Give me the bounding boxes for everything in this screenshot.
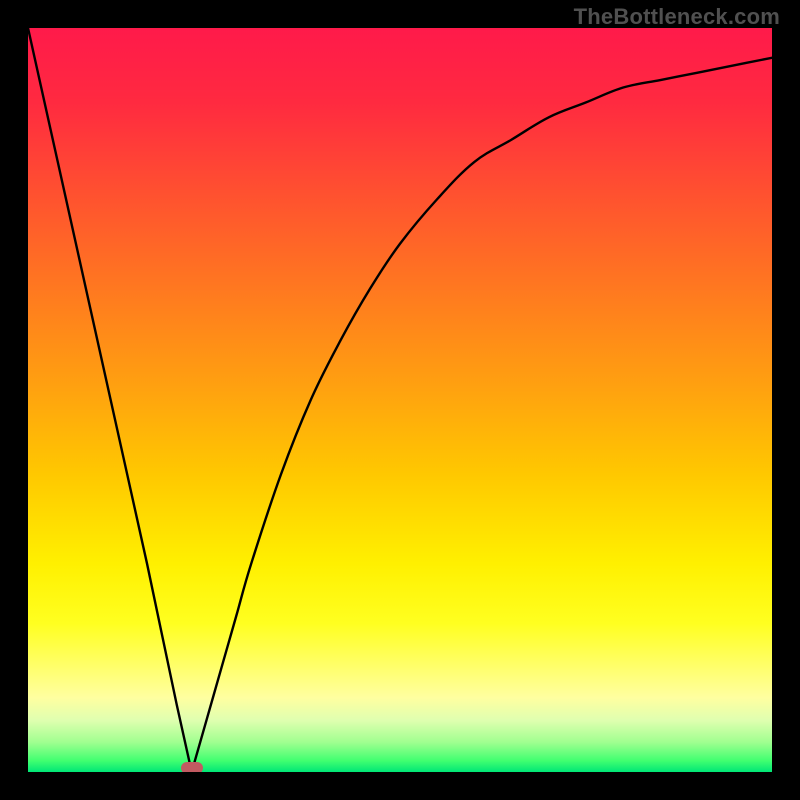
- chart-frame: TheBottleneck.com: [0, 0, 800, 800]
- bottleneck-curve: [28, 28, 772, 772]
- min-marker: [181, 762, 203, 772]
- plot-area: [28, 28, 772, 772]
- watermark-text: TheBottleneck.com: [574, 4, 780, 30]
